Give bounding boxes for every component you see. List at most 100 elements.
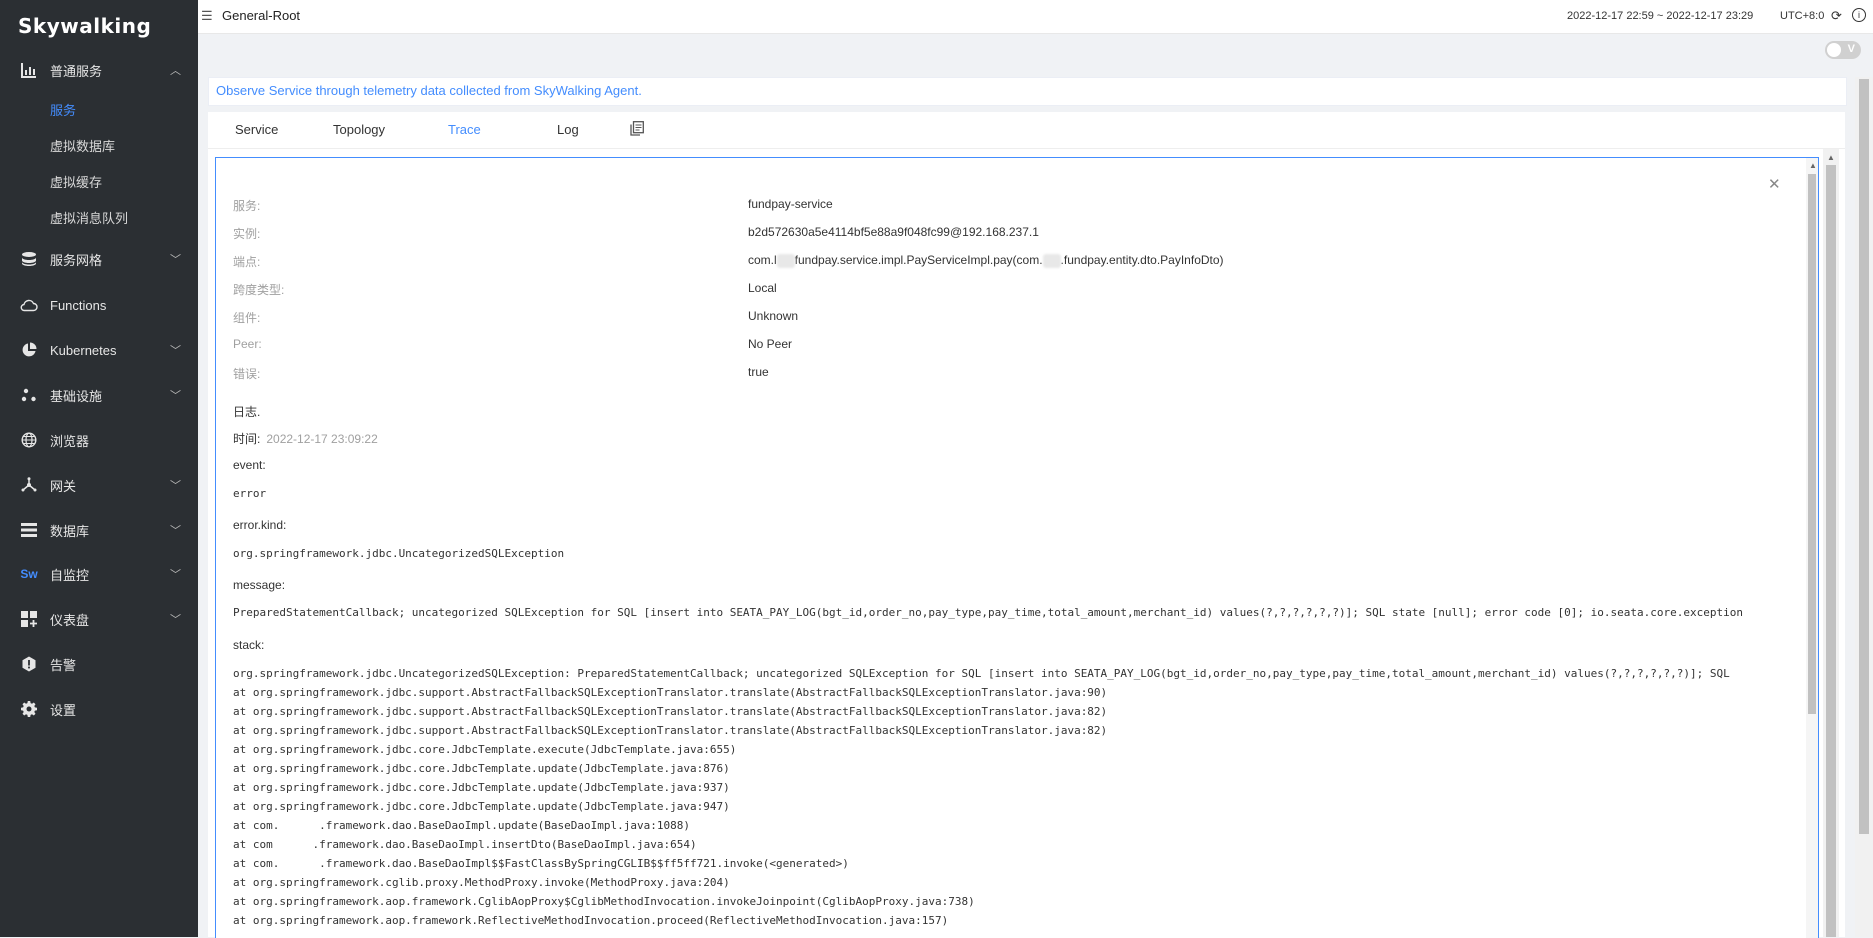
- stack-line: at org.springframework.jdbc.core.JdbcTem…: [233, 800, 730, 813]
- scroll-up-arrow-icon[interactable]: ▲: [1827, 153, 1835, 162]
- sidebar: Skywalking 普通服务 ︿ 服务 虚拟数据库 虚拟缓存 虚拟消息队列 服…: [0, 0, 198, 937]
- scrollbar-thumb[interactable]: [1859, 79, 1869, 834]
- field-value-endpoint: com.l fundpay.service.impl.PayServiceImpl…: [748, 253, 1224, 268]
- menu-fold-icon[interactable]: ☰: [201, 8, 213, 24]
- chevron-down-icon: ﹀: [170, 480, 181, 492]
- sidebar-group-label: 普通服务: [50, 63, 103, 79]
- top-bar: ☰ General-Root 2022-12-17 22:59 ~ 2022-1…: [198, 0, 1873, 34]
- tab-log[interactable]: Log: [557, 122, 579, 137]
- sidebar-group-self-observability[interactable]: Sw 自监控 ﹀: [0, 554, 198, 594]
- error-kind-value: org.springframework.jdbc.UncategorizedSQ…: [233, 547, 565, 560]
- sidebar-group-label: 仪表盘: [50, 612, 90, 628]
- close-icon[interactable]: ✕: [1768, 175, 1781, 193]
- chevron-down-icon: ﹀: [170, 254, 181, 266]
- sidebar-group-label: Functions: [50, 297, 107, 313]
- log-time: 时间: 2022-12-17 23:09:22: [233, 430, 378, 447]
- gear-icon: [20, 700, 38, 718]
- field-key: 实例:: [233, 227, 261, 241]
- field-key: 错误:: [233, 367, 261, 381]
- sidebar-group-dashboard[interactable]: 仪表盘 ﹀: [0, 599, 198, 639]
- bar-chart-icon: [20, 61, 38, 79]
- sidebar-group-settings[interactable]: 设置: [0, 689, 198, 729]
- error-kind-label: error.kind:: [233, 518, 287, 532]
- field-key: 跨度类型:: [233, 283, 285, 297]
- sidebar-group-label: 设置: [50, 702, 77, 718]
- toggle-knob: [1827, 43, 1841, 57]
- redacted-block: [776, 253, 795, 268]
- field-value-component: Unknown: [748, 309, 799, 323]
- event-value: error: [233, 487, 267, 500]
- sidebar-item-service[interactable]: 服务: [50, 101, 76, 121]
- timezone-label[interactable]: UTC+8:0: [1780, 10, 1824, 22]
- info-icon[interactable]: i: [1852, 8, 1866, 22]
- sidebar-group-label: 服务网格: [50, 252, 103, 268]
- time-range-picker[interactable]: 2022-12-17 22:59 ~ 2022-12-17 23:29: [1567, 10, 1753, 22]
- message-label: message:: [233, 578, 286, 592]
- trace-scrollbar[interactable]: ▲: [1823, 149, 1839, 937]
- stack-line: at org.springframework.aop.framework.Ref…: [233, 914, 949, 927]
- sidebar-group-service-mesh[interactable]: 服务网格 ﹀: [0, 239, 198, 279]
- stack-line: org.springframework.jdbc.UncategorizedSQ…: [233, 667, 1730, 680]
- sidebar-group-infrastructure[interactable]: 基础设施 ﹀: [0, 375, 198, 415]
- endpoint-part: fundpay.service.impl.PayServiceImpl.pay(…: [794, 253, 1043, 267]
- dashboard-icon: [20, 610, 38, 628]
- sidebar-group-database[interactable]: 数据库 ﹀: [0, 510, 198, 550]
- copy-icon[interactable]: [630, 121, 644, 139]
- stack-line: at org.springframework.aop.framework.Cgl…: [233, 895, 975, 908]
- sw-icon: Sw: [20, 567, 38, 581]
- sidebar-item-virtual-cache[interactable]: 虚拟缓存: [50, 173, 102, 193]
- scroll-up-arrow-icon[interactable]: ▲: [1809, 161, 1817, 170]
- refresh-icon[interactable]: ⟳: [1831, 8, 1842, 24]
- field-value-span-type: Local: [748, 281, 777, 295]
- field-key: 端点:: [233, 255, 261, 269]
- chevron-down-icon: ﹀: [170, 525, 181, 537]
- page-scrollbar[interactable]: [1855, 77, 1873, 937]
- chevron-down-icon: ﹀: [170, 569, 181, 581]
- skywalking-logo[interactable]: Skywalking: [18, 14, 151, 38]
- chevron-up-icon: ︿: [170, 65, 181, 77]
- field-key: 服务:: [233, 199, 261, 213]
- description-text: Observe Service through telemetry data c…: [216, 83, 642, 98]
- cloud-icon: [20, 296, 38, 314]
- list-icon: [20, 521, 38, 539]
- stack-line: at org.springframework.jdbc.core.JdbcTem…: [233, 781, 730, 794]
- tab-topology[interactable]: Topology: [333, 122, 385, 137]
- scrollbar-thumb[interactable]: [1826, 165, 1836, 937]
- sidebar-group-kubernetes[interactable]: Kubernetes ﹀: [0, 330, 198, 370]
- stack-line: at org.springframework.jdbc.core.JdbcTem…: [233, 762, 730, 775]
- chevron-down-icon: ﹀: [170, 390, 181, 402]
- stack-line: at org.springframework.jdbc.support.Abst…: [233, 705, 1108, 718]
- sidebar-group-gateway[interactable]: 网关 ﹀: [0, 465, 198, 505]
- field-value-instance: b2d572630a5e4114bf5e88a9f048fc99@192.168…: [748, 225, 1039, 239]
- view-toggle-switch[interactable]: V: [1825, 41, 1861, 59]
- stack-line: at org.springframework.jdbc.support.Abst…: [233, 686, 1108, 699]
- endpoint-part: com.l: [748, 253, 777, 267]
- nodes-icon: [20, 386, 38, 404]
- endpoint-part: .fundpay.entity.dto.PayInfoDto): [1060, 253, 1224, 267]
- field-value-peer: No Peer: [748, 337, 793, 351]
- scrollbar-thumb[interactable]: [1808, 174, 1816, 714]
- event-label: event:: [233, 458, 266, 472]
- sidebar-item-virtual-mq[interactable]: 虚拟消息队列: [50, 209, 128, 229]
- sidebar-group-functions[interactable]: Functions: [0, 285, 198, 325]
- sidebar-item-virtual-database[interactable]: 虚拟数据库: [50, 137, 115, 157]
- sidebar-group-label: Kubernetes: [50, 342, 117, 358]
- globe-icon: [20, 431, 38, 449]
- field-key: 组件:: [233, 311, 261, 325]
- sidebar-group-browser[interactable]: 浏览器: [0, 420, 198, 460]
- chevron-down-icon: ﹀: [170, 614, 181, 626]
- sidebar-group-label: 数据库: [50, 523, 90, 539]
- toggle-label: V: [1847, 43, 1855, 55]
- sidebar-group-alerting[interactable]: 告警: [0, 644, 198, 684]
- panel-scrollbar[interactable]: ▲: [1806, 158, 1818, 938]
- sidebar-group-label: 基础设施: [50, 388, 103, 404]
- database-stack-icon: [20, 250, 38, 268]
- sidebar-group-label: 浏览器: [50, 433, 90, 449]
- log-time-label: 时间:: [233, 432, 261, 446]
- tab-trace[interactable]: Trace: [448, 122, 481, 137]
- alert-icon: [20, 655, 38, 673]
- tab-service[interactable]: Service: [235, 122, 278, 137]
- sidebar-group-general-service[interactable]: 普通服务 ︿: [0, 50, 198, 90]
- stack-line: at com. .framework.dao.BaseDaoImpl$$Fast…: [233, 857, 849, 870]
- sidebar-group-label: 网关: [50, 478, 77, 494]
